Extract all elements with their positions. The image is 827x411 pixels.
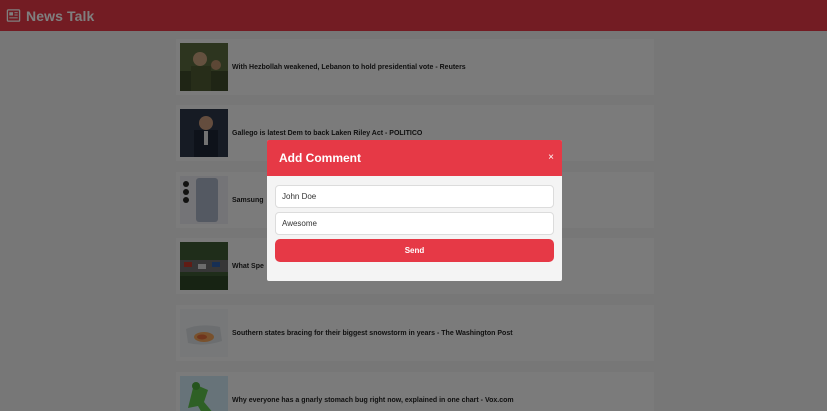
send-button[interactable]: Send (275, 239, 554, 262)
add-comment-dialog: Add Comment × John Doe Awesome Send (267, 140, 562, 281)
close-icon[interactable]: × (548, 153, 554, 163)
dialog-header: Add Comment × (267, 140, 562, 176)
app-page: News Talk With Hezbollah weakened, Leban… (0, 0, 827, 411)
dialog-title: Add Comment (279, 151, 361, 165)
dialog-body: John Doe Awesome Send (267, 176, 562, 262)
comment-input[interactable]: Awesome (275, 212, 554, 235)
name-input[interactable]: John Doe (275, 185, 554, 208)
